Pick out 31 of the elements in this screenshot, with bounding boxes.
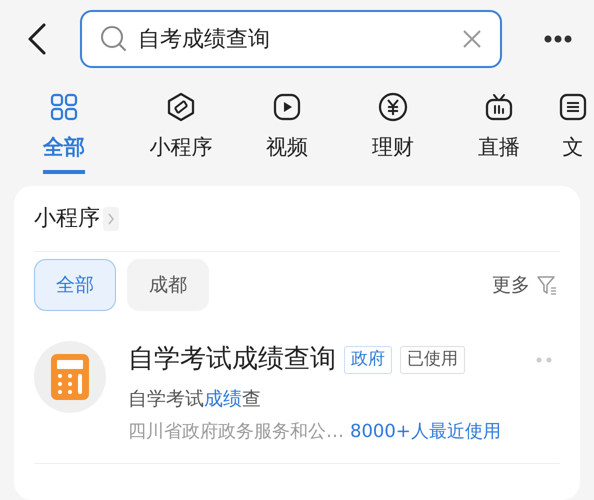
back-icon[interactable] [26,22,48,56]
finance-icon [378,92,408,122]
filter-icon[interactable] [536,274,558,296]
article-icon [558,92,588,122]
result-tag: 政府 [344,346,392,374]
category-tab[interactable]: 小程序 [150,132,212,174]
miniapp-icon [166,92,196,122]
grid-icon [49,92,79,122]
result-description: 自学考试成绩查 [128,387,261,412]
more-link[interactable]: 更多 [492,270,530,300]
chevron-right-icon[interactable] [103,206,119,230]
category-tab[interactable]: 全部 [43,132,85,174]
filter-chip[interactable]: 成都 [127,259,209,311]
source-text: 四川省政府政务服务和公… [128,420,344,444]
result-tag: 已使用 [400,346,465,374]
section-title: 小程序 [34,205,100,233]
category-tab[interactable]: 文 [562,132,584,174]
search-field[interactable]: 自考成绩查询 [80,10,502,68]
category-tab[interactable]: 直播 [478,132,520,174]
options-icon[interactable] [536,356,552,362]
filter-chip[interactable]: 全部 [34,259,116,311]
video-icon [272,92,302,122]
search-icon [100,25,128,53]
usage-count: 8000+人最近使用 [350,420,501,444]
clear-icon[interactable] [462,29,482,49]
category-tab[interactable]: 理财 [372,132,414,174]
live-icon [484,92,514,122]
more-icon[interactable] [544,35,572,43]
category-tab[interactable]: 视频 [266,132,308,174]
result-title[interactable]: 自学考试成绩查询 [128,340,336,379]
search-text: 自考成绩查询 [138,26,271,54]
